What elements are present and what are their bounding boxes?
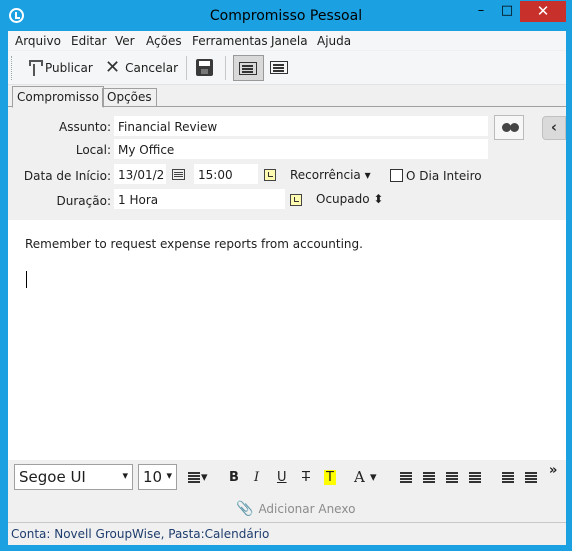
menu-acoes[interactable]: Ações — [146, 34, 182, 48]
menu-arquivo[interactable]: Arquivo — [15, 34, 61, 48]
save-icon[interactable] — [196, 59, 213, 76]
close-button[interactable]: ✕ — [520, 1, 566, 22]
align-center-icon[interactable] — [525, 472, 537, 482]
font-value: Segoe UI — [19, 468, 86, 486]
collapse-panel-button[interactable]: ‹ — [542, 116, 566, 140]
size-value: 10 — [143, 468, 163, 486]
menu-editar[interactable]: Editar — [71, 34, 107, 48]
bullet-list-icon[interactable] — [423, 472, 435, 482]
menu-bar: Arquivo Editar Ver Ações Ferramentas Jan… — [8, 31, 566, 50]
paperclip-icon: 📎 — [236, 501, 254, 517]
view-mode-button-active[interactable] — [233, 55, 264, 81]
subject-label: Assunto: — [58, 120, 111, 134]
subject-field[interactable]: Financial Review — [114, 116, 488, 136]
tab-compromisso[interactable]: Compromisso — [12, 86, 104, 108]
body-text[interactable]: Remember to request expense reports from… — [25, 237, 363, 251]
align-left-icon[interactable] — [502, 472, 514, 482]
clock-icon[interactable] — [264, 169, 276, 181]
show-as-dropdown[interactable]: Ocupado ⬍ — [316, 192, 383, 206]
calendar-icon[interactable] — [172, 169, 185, 180]
view-layout-icon — [270, 61, 288, 74]
maximize-button[interactable]: □ — [494, 1, 520, 22]
menu-ferramentas[interactable]: Ferramentas — [192, 34, 268, 48]
italic-icon[interactable]: I — [254, 470, 259, 485]
add-attachment-button[interactable]: 📎 Adicionar Anexo — [236, 501, 355, 517]
location-label: Local: — [75, 143, 111, 157]
underline-icon[interactable]: U — [277, 470, 287, 485]
chevron-down-icon: ▾ — [122, 469, 128, 482]
chevron-down-icon: ▾ — [166, 469, 172, 482]
client-area: Arquivo Editar Ver Ações Ferramentas Jan… — [8, 31, 566, 545]
status-text: Conta: Novell GroupWise, Pasta:Calendári… — [11, 527, 270, 541]
format-toolbar: Segoe UI ▾ 10 ▾ ▾ B I U T T A ▾ » — [8, 460, 566, 494]
updown-arrows-icon: ⬍ — [373, 192, 384, 206]
paragraph-spacing-icon[interactable] — [188, 472, 200, 482]
recurrence-label: Recorrência — [290, 168, 361, 182]
view-mode-button[interactable] — [267, 55, 293, 81]
menu-ajuda[interactable]: Ajuda — [317, 34, 351, 48]
size-select[interactable]: 10 ▾ — [138, 464, 177, 490]
publish-button[interactable]: Publicar — [28, 57, 93, 79]
location-field[interactable]: My Office — [114, 139, 488, 159]
start-date-field[interactable]: 13/01/20 — [114, 164, 166, 184]
toolbar-separator — [225, 56, 226, 80]
appointment-form: Assunto: Financial Review Local: My Offi… — [8, 108, 566, 220]
pin-icon — [28, 60, 43, 76]
all-day-label: O Dia Inteiro — [406, 169, 482, 183]
decrease-indent-icon[interactable] — [446, 472, 458, 482]
font-select[interactable]: Segoe UI ▾ — [14, 464, 133, 490]
recurrence-dropdown[interactable]: Recorrência ▾ — [290, 168, 371, 182]
numbered-list-icon[interactable] — [400, 472, 412, 482]
menu-ver[interactable]: Ver — [115, 34, 135, 48]
bold-icon[interactable]: B — [229, 470, 239, 485]
publish-label: Publicar — [45, 61, 93, 75]
status-bar: Conta: Novell GroupWise, Pasta:Calendári… — [8, 522, 566, 545]
start-time-field[interactable]: 15:00 — [194, 164, 258, 184]
tab-opcoes[interactable]: Opções — [102, 88, 157, 107]
tab-strip: Compromisso Opções — [8, 86, 566, 108]
toolbar-separator — [186, 56, 187, 80]
view-layout-icon — [239, 62, 257, 75]
chevron-down-icon[interactable]: ▾ — [201, 470, 208, 485]
show-as-value: Ocupado — [316, 192, 370, 206]
x-icon: ✕ — [105, 57, 121, 78]
appointment-window: Compromisso Pessoal – □ ✕ Arquivo Editar… — [0, 0, 572, 551]
text-caret — [26, 271, 27, 288]
toolbar-grip[interactable] — [11, 56, 14, 80]
title-bar[interactable]: Compromisso Pessoal – □ ✕ — [1, 1, 571, 31]
increase-indent-icon[interactable] — [469, 472, 481, 482]
people-icon — [510, 123, 519, 132]
address-book-button[interactable] — [494, 115, 524, 140]
duration-label: Duração: — [56, 194, 111, 208]
all-day-checkbox[interactable] — [390, 169, 403, 182]
cancel-button[interactable]: ✕ Cancelar — [105, 57, 178, 79]
start-date-label: Data de Início: — [23, 169, 111, 183]
highlight-icon[interactable]: T — [324, 470, 336, 485]
chevron-down-icon[interactable]: ▾ — [370, 470, 377, 485]
strikethrough-icon[interactable]: T — [302, 470, 310, 485]
more-options-icon[interactable]: » — [549, 463, 557, 478]
add-attachment-label: Adicionar Anexo — [258, 502, 356, 516]
chevron-down-icon: ▾ — [364, 168, 371, 182]
attach-bar: 📎 Adicionar Anexo — [8, 494, 566, 522]
toolbar: Publicar ✕ Cancelar — [8, 51, 566, 85]
duration-field[interactable]: 1 Hora — [114, 189, 285, 209]
minimize-button[interactable]: – — [468, 1, 494, 22]
cancel-label: Cancelar — [125, 61, 179, 75]
clock-icon[interactable] — [290, 194, 302, 206]
font-color-icon[interactable]: A — [354, 468, 365, 486]
message-body[interactable]: Remember to request expense reports from… — [8, 220, 566, 460]
menu-janela[interactable]: Janela — [271, 34, 308, 48]
